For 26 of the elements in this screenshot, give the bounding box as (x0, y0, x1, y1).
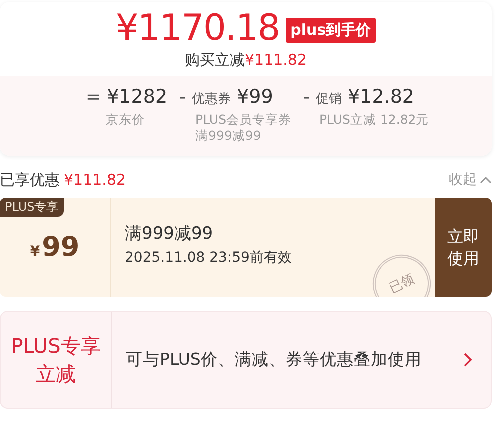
price-badge: plus到手价 (286, 18, 376, 43)
breakdown-value: ¥1282 (107, 86, 168, 108)
promo-card[interactable]: PLUS专享立减 可与PLUS价、满减、券等优惠叠加使用 (0, 311, 492, 409)
chevron-right-icon (463, 353, 473, 367)
saving-text: 购买立减¥111.82 (184, 51, 308, 71)
promo-label: PLUS专享立减 (10, 333, 102, 388)
coupon-amount: ¥99 (30, 232, 80, 263)
coupon-title: 满999减99 (125, 223, 214, 245)
breakdown-value: ¥99 (237, 86, 274, 108)
operator-sign: - (304, 87, 310, 108)
breakdown-note: 京东价 (106, 112, 146, 128)
coupon-validity: 2025.11.08 23:59前有效 (125, 249, 293, 267)
discount-label: 已享优惠 (0, 171, 60, 189)
operator-sign: = (86, 87, 102, 108)
breakdown-note: PLUS立减 12.82元 (320, 112, 430, 128)
operator-sign: - (180, 87, 186, 108)
breakdown-note: 满999减99 (196, 128, 262, 144)
use-now-button[interactable]: 立即使用 (435, 198, 492, 297)
breakdown-name: 促销 (316, 91, 342, 108)
breakdown-note: PLUS会员专享券 (196, 112, 292, 128)
discount-amount: ¥111.82 (64, 171, 126, 189)
breakdown-name: 优惠券 (192, 91, 232, 108)
final-price: ¥1170.18 (116, 8, 280, 49)
promo-text: 可与PLUS价、满减、券等优惠叠加使用 (125, 349, 423, 371)
coupon-tag: PLUS专享 (0, 198, 64, 217)
breakdown-value: ¥12.82 (348, 86, 414, 108)
